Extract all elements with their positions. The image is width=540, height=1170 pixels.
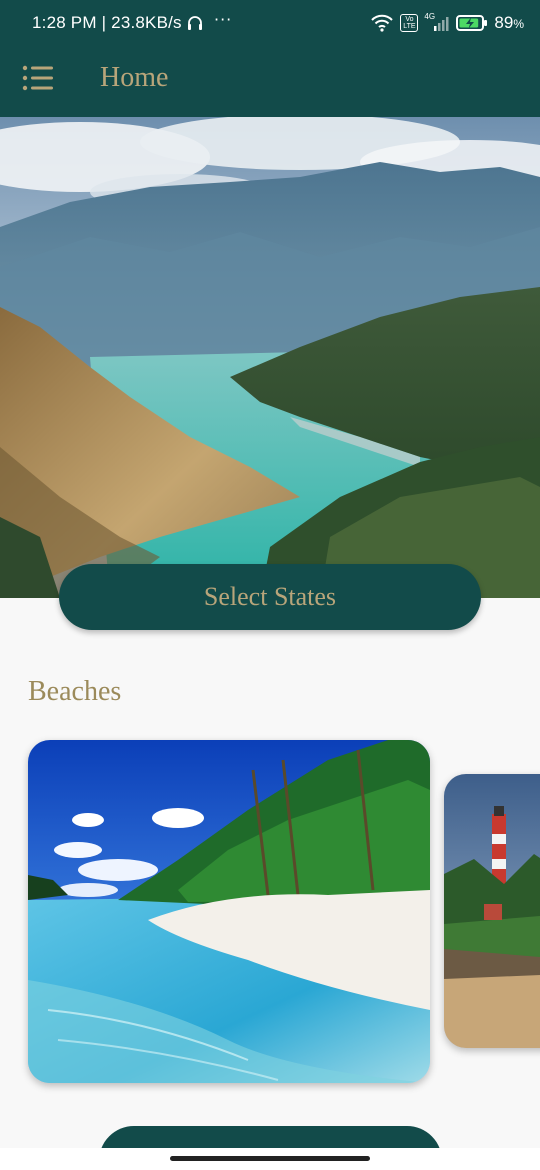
home-indicator[interactable] [170, 1156, 370, 1161]
headphones-icon [186, 14, 204, 32]
status-icons: Vo LTE 4G 89% [370, 12, 524, 33]
battery-charging-icon [456, 14, 488, 32]
list-menu-icon [22, 65, 53, 91]
page-title: Home [100, 62, 169, 93]
menu-button[interactable] [20, 62, 56, 96]
beach-image [28, 740, 430, 1083]
select-states-label: Select States [203, 582, 337, 611]
hero-image [0, 117, 540, 598]
wifi-icon [370, 14, 394, 32]
status-time: 1:28 PM | 23.8KB/s [32, 13, 182, 32]
section-title-beaches: Beaches [28, 676, 122, 707]
lighthouse-card[interactable] [444, 774, 540, 1048]
beach-card[interactable] [28, 740, 430, 1083]
volte-icon: Vo LTE [400, 14, 419, 32]
lighthouse-image [444, 774, 540, 1048]
signal-icon: 4G [424, 12, 450, 32]
status-bar: 1:28 PM | 23.8KB/s ··· Vo LTE 4G 89% [0, 0, 540, 48]
app-bar: 1:28 PM | 23.8KB/s ··· Vo LTE 4G 89% Hom… [0, 0, 540, 117]
status-more: ··· [214, 10, 233, 29]
battery-percent: 89% [494, 13, 524, 32]
select-states-button[interactable]: Select States [59, 564, 481, 630]
